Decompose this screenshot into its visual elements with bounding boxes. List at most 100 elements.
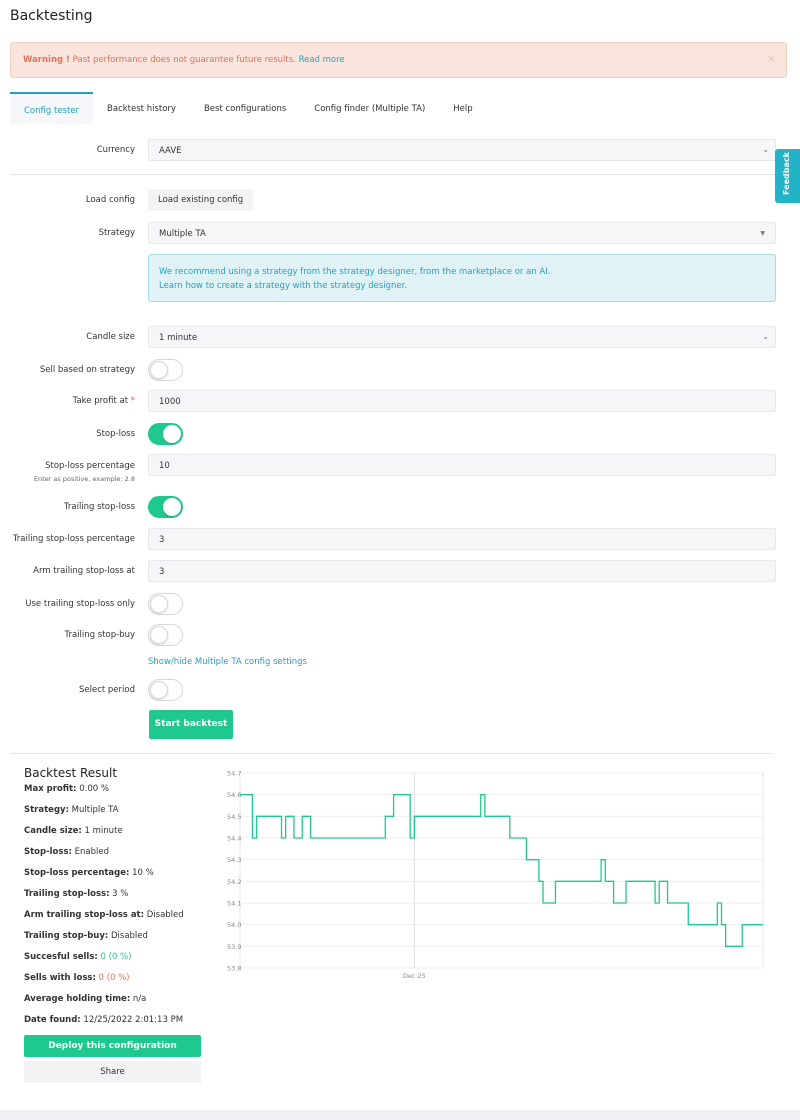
trailing-stop-buy-toggle[interactable] <box>148 624 183 646</box>
y-tick-label: 54.5 <box>227 813 241 821</box>
result-row-value: Disabled <box>144 910 184 920</box>
stop-loss-percentage-label: Stop-loss percentage Enter as positive, … <box>0 461 135 483</box>
strategy-designer-link[interactable]: Learn how to create a strategy with the … <box>159 279 765 293</box>
result-row: Trailing stop-buy: Disabled <box>24 931 148 941</box>
start-backtest-button[interactable]: Start backtest <box>149 710 233 739</box>
backtest-result-title: Backtest Result <box>24 766 118 780</box>
info-text: We recommend using a strategy from the s… <box>159 267 551 277</box>
stop-loss-percentage-input[interactable]: 10 <box>148 454 776 476</box>
result-row-value: n/a <box>130 994 147 1004</box>
result-row: Trailing stop-loss: 3 % <box>24 889 128 899</box>
tab-help[interactable]: Help <box>439 92 486 124</box>
load-config-label: Load config <box>85 195 135 205</box>
result-row-value: Disabled <box>108 931 148 941</box>
result-row-label: Stop-loss: <box>24 847 72 857</box>
result-row-value: Multiple TA <box>68 805 119 815</box>
result-row: Strategy: Multiple TA <box>24 805 118 815</box>
tab-backtest-history[interactable]: Backtest history <box>93 92 190 124</box>
page: Backtesting Warning ! Past performance d… <box>0 0 800 1110</box>
toggle-knob <box>150 626 168 644</box>
strategy-info-box: We recommend using a strategy from the s… <box>148 254 776 302</box>
deploy-configuration-button[interactable]: Deploy this configuration <box>24 1035 201 1057</box>
result-row-label: Sells with loss: <box>24 973 96 983</box>
select-period-label: Select period <box>78 685 135 695</box>
result-row-value: 12/25/2022 2:01:13 PM <box>80 1015 184 1025</box>
caret-down-icon: ▼ <box>760 230 765 237</box>
result-row-value: 10 % <box>129 868 154 878</box>
toggle-knob <box>150 595 168 613</box>
result-row-label: Date found: <box>24 1015 81 1025</box>
share-button[interactable]: Share <box>24 1061 201 1083</box>
y-tick-label: 54.7 <box>227 770 241 778</box>
tab-bar: Config tester Backtest history Best conf… <box>10 92 487 124</box>
warning-alert: Warning ! Past performance does not guar… <box>10 42 787 78</box>
trailing-stop-loss-percentage-label: Trailing stop-loss percentage <box>12 534 135 544</box>
tab-config-tester[interactable]: Config tester <box>10 92 94 124</box>
result-row: Average holding time: n/a <box>24 994 146 1004</box>
result-row-value: Enabled <box>71 847 109 857</box>
strategy-select[interactable]: Multiple TA ▼ <box>148 222 776 244</box>
result-row: Candle size: 1 minute <box>24 826 123 836</box>
close-icon[interactable]: × <box>767 52 776 65</box>
strategy-value: Multiple TA <box>159 229 206 239</box>
tab-config-finder[interactable]: Config finder (Multiple TA) <box>300 92 439 124</box>
series-line <box>240 794 763 947</box>
take-profit-label: Take profit at * <box>0 396 135 406</box>
chevron-down-icon: ⌄ <box>762 332 769 341</box>
result-row-label: Succesful sells: <box>24 952 98 962</box>
y-tick-label: 54.3 <box>227 856 241 864</box>
toggle-knob <box>163 498 181 516</box>
result-row: Succesful sells: 0 (0 %) <box>24 952 131 962</box>
use-trailing-stop-loss-only-toggle[interactable] <box>148 593 183 615</box>
stop-loss-toggle[interactable] <box>148 423 183 445</box>
y-tick-label: 53.8 <box>227 965 241 973</box>
required-marker: * <box>130 396 135 406</box>
chevron-down-icon: ⌄ <box>762 145 769 154</box>
tab-best-configurations[interactable]: Best configurations <box>190 92 300 124</box>
y-tick-label: 54.1 <box>227 900 241 908</box>
result-row: Arm trailing stop-loss at: Disabled <box>24 910 184 920</box>
result-row: Date found: 12/25/2022 2:01:13 PM <box>24 1015 183 1025</box>
take-profit-input[interactable]: 1000 <box>148 390 776 412</box>
trailing-stop-loss-toggle[interactable] <box>148 496 183 518</box>
divider <box>10 753 773 754</box>
result-row: Max profit: 0.00 % <box>24 784 109 794</box>
candle-size-value: 1 minute <box>159 333 198 343</box>
toggle-knob <box>150 361 168 379</box>
y-tick-label: 54.2 <box>227 878 241 886</box>
y-tick-label: 54.4 <box>227 835 241 843</box>
toggle-knob <box>150 681 168 699</box>
select-period-toggle[interactable] <box>148 679 183 701</box>
load-existing-config-button[interactable]: Load existing config <box>148 189 254 211</box>
result-row-label: Arm trailing stop-loss at: <box>24 910 145 920</box>
currency-select[interactable]: AAVE ⌄ <box>148 139 776 161</box>
result-row-value: 1 minute <box>81 826 123 836</box>
result-row-label: Trailing stop-buy: <box>24 931 109 941</box>
currency-value: AAVE <box>159 146 182 156</box>
result-row-value: 0.00 % <box>76 784 109 794</box>
trailing-stop-loss-label: Trailing stop-loss <box>63 502 135 512</box>
currency-label: Currency <box>96 145 135 155</box>
result-row: Stop-loss: Enabled <box>24 847 109 857</box>
trailing-stop-loss-percentage-input[interactable]: 3 <box>148 528 776 550</box>
toggle-knob <box>163 425 181 443</box>
result-row-value: 0 (0 %) <box>95 973 130 983</box>
result-row-value: 0 (0 %) <box>97 952 132 962</box>
divider <box>10 174 787 175</box>
x-tick-label: Dec 25 <box>403 972 426 980</box>
result-row: Stop-loss percentage: 10 % <box>24 868 154 878</box>
arm-trailing-stop-loss-input[interactable]: 3 <box>148 560 776 582</box>
sell-based-on-strategy-toggle[interactable] <box>148 359 183 381</box>
arm-trailing-stop-loss-label: Arm trailing stop-loss at <box>33 566 135 576</box>
stop-loss-percentage-hint: Enter as positive, example: 2.8 <box>33 475 135 483</box>
result-row-label: Stop-loss percentage: <box>24 868 130 878</box>
y-tick-label: 54.6 <box>227 791 241 799</box>
sell-based-on-strategy-label: Sell based on strategy <box>39 365 135 375</box>
candle-size-select[interactable]: 1 minute ⌄ <box>148 326 776 348</box>
warning-text: Past performance does not guarantee futu… <box>69 55 296 65</box>
result-row-label: Max profit: <box>24 784 77 794</box>
read-more-link[interactable]: Read more <box>299 55 345 65</box>
toggle-ta-settings-link[interactable]: Show/hide Multiple TA config settings <box>148 657 307 667</box>
feedback-tab[interactable]: Feedback <box>775 149 800 203</box>
y-tick-label: 53.9 <box>227 943 241 951</box>
